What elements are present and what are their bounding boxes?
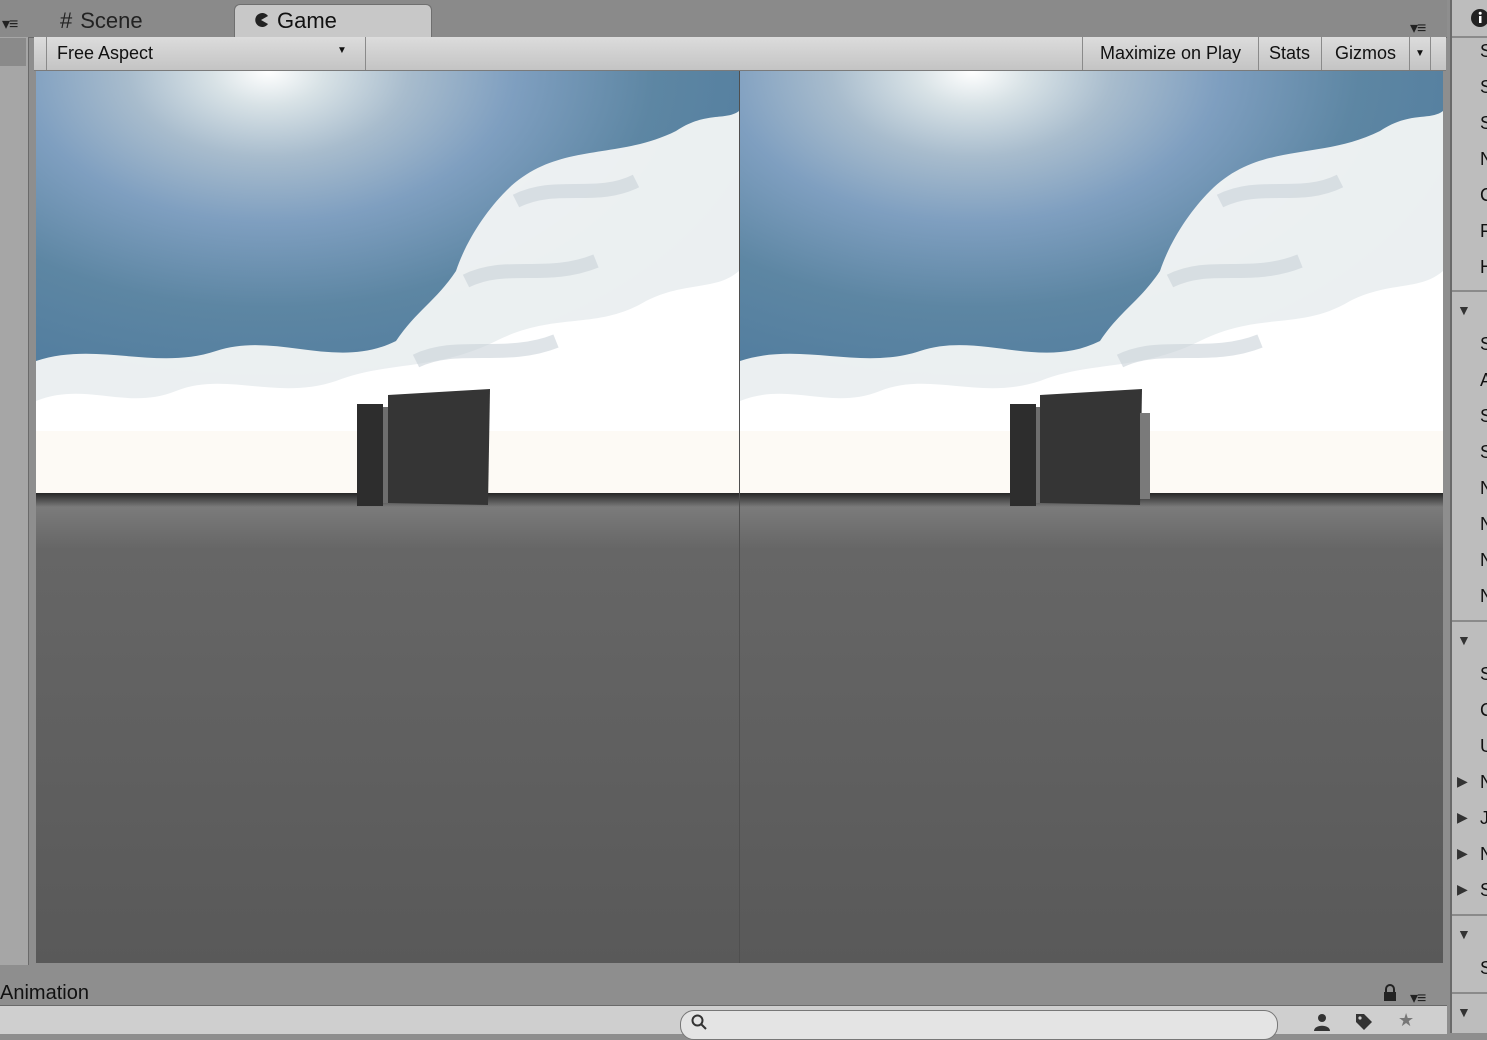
inspector-row[interactable]: N — [1480, 550, 1487, 571]
maximize-label: Maximize on Play — [1099, 43, 1242, 63]
maximize-on-play-button[interactable]: Maximize on Play — [1082, 37, 1258, 70]
inspector-row[interactable]: S — [1480, 442, 1487, 463]
gizmos-label: Gizmos — [1334, 43, 1396, 63]
dropdown-arrow-icon: ▼ — [337, 45, 347, 56]
inspector-divider — [1452, 914, 1487, 916]
inspector-row[interactable]: S — [1480, 406, 1487, 427]
inspector-row[interactable]: N — [1480, 586, 1487, 607]
hash-grid-icon: # — [60, 7, 73, 33]
fold-expanded-icon[interactable]: ▼ — [1457, 1004, 1471, 1020]
left-eye-view — [36, 71, 739, 963]
inspector-row[interactable]: N — [1480, 514, 1487, 535]
right-eye-view — [740, 71, 1443, 963]
inspector-row[interactable]: S — [1480, 958, 1487, 979]
stats-button[interactable]: Stats — [1258, 37, 1320, 70]
fold-collapsed-icon[interactable]: ▶ — [1457, 809, 1468, 826]
inspector-divider — [1452, 290, 1487, 292]
inspector-divider — [1452, 992, 1487, 994]
inspector-row[interactable]: N — [1480, 772, 1487, 793]
inspector-row[interactable]: C — [1480, 185, 1487, 206]
tag-icon[interactable] — [1354, 1012, 1374, 1037]
inspector-row[interactable]: S — [1480, 664, 1487, 685]
gizmos-button[interactable]: Gizmos — [1321, 37, 1409, 70]
search-icon — [691, 1014, 707, 1035]
fold-expanded-icon[interactable]: ▼ — [1457, 926, 1471, 942]
inspector-row[interactable]: S — [1480, 113, 1487, 134]
animation-panel-title[interactable]: Animation — [0, 982, 89, 1005]
pacman-icon — [253, 8, 269, 34]
aspect-dropdown[interactable]: Free Aspect — [46, 37, 366, 70]
aspect-label: Free Aspect — [57, 43, 154, 63]
fold-collapsed-icon[interactable]: ▶ — [1457, 881, 1468, 898]
inspector-row[interactable]: N — [1480, 844, 1487, 865]
gizmos-dropdown-arrow-icon[interactable]: ▼ — [1409, 37, 1431, 70]
tab-scene[interactable]: # Scene — [42, 4, 232, 37]
fold-collapsed-icon[interactable]: ▶ — [1457, 845, 1468, 862]
game-toolbar: Free Aspect ▼ Maximize on Play Stats Giz… — [34, 37, 1446, 71]
inspector-panel-edge: S S S N C F H ▼ S A S S N N N N ▼ S C U … — [1450, 0, 1487, 1033]
tab-scene-label: Scene — [80, 7, 143, 33]
inspector-divider — [1452, 36, 1487, 38]
hierarchy-panel-edge — [0, 37, 29, 965]
person-filter-icon[interactable] — [1312, 1012, 1332, 1037]
inspector-row[interactable]: A — [1480, 370, 1487, 391]
search-input[interactable] — [680, 1010, 1278, 1040]
inspector-row[interactable]: U — [1480, 736, 1487, 757]
inspector-row[interactable]: S — [1480, 334, 1487, 355]
inspector-row[interactable]: N — [1480, 149, 1487, 170]
stats-label: Stats — [1268, 43, 1311, 63]
fold-collapsed-icon[interactable]: ▶ — [1457, 773, 1468, 790]
tab-game-label: Game — [277, 8, 337, 33]
inspector-row[interactable]: C — [1480, 700, 1487, 721]
fold-expanded-icon[interactable]: ▼ — [1457, 302, 1471, 318]
hierarchy-selected-row[interactable] — [0, 38, 26, 66]
left-panel-menu-icon[interactable]: ▾≡ — [2, 14, 18, 34]
animation-panel-header — [0, 965, 1447, 1005]
inspector-row[interactable]: J — [1480, 808, 1487, 829]
tab-game[interactable]: Game — [234, 4, 432, 37]
inspector-row[interactable]: N — [1480, 478, 1487, 499]
info-icon[interactable] — [1470, 8, 1487, 33]
fold-expanded-icon[interactable]: ▼ — [1457, 632, 1471, 648]
inspector-divider — [1452, 620, 1487, 622]
inspector-row[interactable]: H — [1480, 257, 1487, 278]
inspector-row[interactable]: S — [1480, 41, 1487, 62]
game-viewport[interactable] — [36, 71, 1443, 963]
game-panel-menu-icon[interactable]: ▾≡ — [1410, 18, 1426, 38]
inspector-row[interactable]: S — [1480, 880, 1487, 901]
inspector-row[interactable]: F — [1480, 221, 1487, 242]
lock-icon[interactable] — [1382, 984, 1398, 1007]
inspector-row[interactable]: S — [1480, 77, 1487, 98]
star-icon[interactable]: ★ — [1398, 1010, 1414, 1031]
